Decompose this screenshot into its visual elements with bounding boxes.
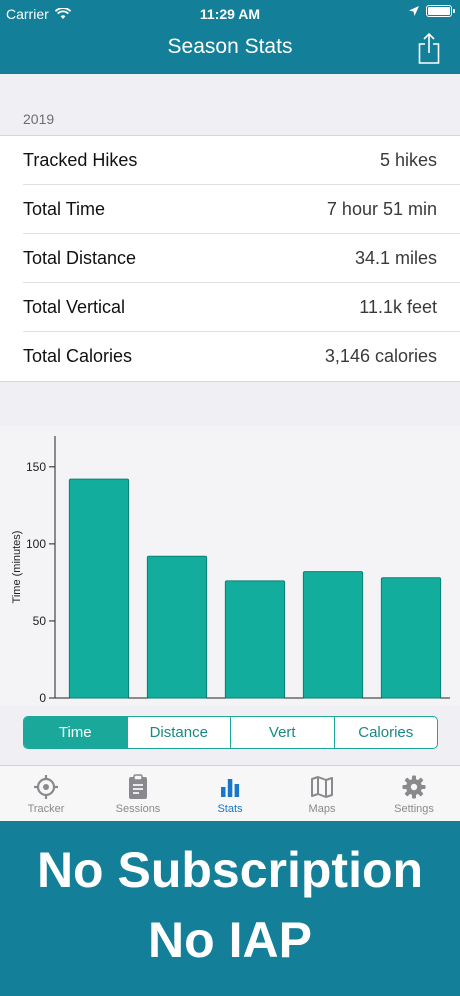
stats-row-time: Total Time 7 hour 51 min [0,185,460,234]
tab-maps[interactable]: Maps [276,766,368,821]
segment-distance[interactable]: Distance [128,717,231,748]
y-tick-label: 50 [33,614,47,628]
tab-label: Maps [308,803,336,815]
promo-line-1: No Subscription [36,842,424,898]
map-icon [311,776,333,798]
target-icon [34,775,58,799]
tab-label: Stats [217,803,243,815]
stats-row-hikes: Tracked Hikes 5 hikes [0,136,460,185]
tab-tracker[interactable]: Tracker [0,766,92,821]
status-time: 11:29 AM [199,6,261,22]
status-right-group [408,5,455,17]
tab-label: Tracker [27,803,65,815]
tab-label: Settings [394,803,434,815]
promo-line-2: No IAP [148,912,312,968]
share-button[interactable] [418,32,440,64]
clipboard-icon [129,774,147,799]
chart-bar [146,555,208,699]
stats-row-calories: Total Calories 3,146 calories [0,332,460,381]
chart-bar [224,580,286,699]
chart-svg: 0 50 100 150 Time (minutes) [0,426,460,706]
stats-list: Tracked Hikes 5 hikes Total Time 7 hour … [0,135,460,382]
chart-bar [380,577,442,699]
promo-banner: No Subscription No IAP [0,821,460,996]
bar-chart-icon [221,779,240,797]
tab-sessions[interactable]: Sessions [92,766,184,821]
tab-bar: Tracker Sessions Stats Maps Settings [0,765,460,821]
tab-stats[interactable]: Stats [184,766,276,821]
stat-label: Total Distance [23,248,137,268]
stat-label: Total Time [23,199,106,219]
chart-bar [302,571,364,699]
stat-value: 7 hour 51 min [326,199,437,219]
stat-label: Tracked Hikes [23,150,138,170]
segment-time[interactable]: Time [24,717,128,748]
stat-label: Total Vertical [23,297,126,317]
stats-row-vertical: Total Vertical 11.1k feet [0,283,460,332]
section-year-label: 2019 [23,111,55,127]
segment-calories[interactable]: Calories [335,717,438,748]
time-bar-chart: 0 50 100 150 Time (minutes) [0,426,460,706]
chart-bar [68,478,130,699]
y-tick-label: 100 [26,537,46,551]
stat-value: 34.1 miles [354,248,437,268]
nav-header: Carrier 11:29 AM Season Stats [0,0,460,74]
stat-value: 3,146 calories [324,346,437,366]
metric-segmented-control: Time Distance Vert Calories [23,716,438,749]
stat-label: Total Calories [23,346,133,366]
stats-row-distance: Total Distance 34.1 miles [0,234,460,283]
stat-value: 11.1k feet [359,297,437,317]
status-bar: Carrier 11:29 AM [0,0,460,28]
tab-settings[interactable]: Settings [368,766,460,821]
y-tick-label: 0 [39,691,46,705]
tab-label: Sessions [115,803,161,815]
location-arrow-icon [409,6,419,16]
gear-icon [402,775,426,799]
page-title: Season Stats [167,35,293,58]
stat-value: 5 hikes [379,150,437,170]
segment-vert[interactable]: Vert [231,717,335,748]
battery-icon [426,5,455,17]
y-tick-label: 150 [26,460,46,474]
y-axis-label: Time (minutes) [11,531,23,604]
